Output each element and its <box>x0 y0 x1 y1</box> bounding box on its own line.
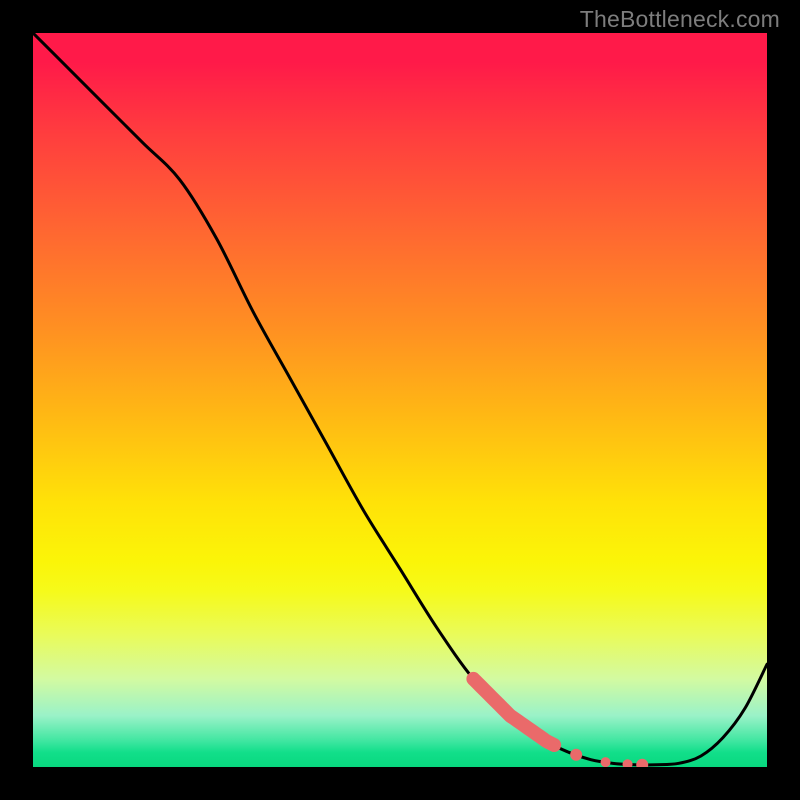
curve-layer <box>33 33 767 765</box>
highlight-layer <box>473 679 648 767</box>
highlight-dot <box>636 759 648 767</box>
highlight-dot <box>570 749 582 761</box>
outer-frame: TheBottleneck.com <box>0 0 800 800</box>
highlight-segment <box>473 679 554 745</box>
highlight-dot <box>623 759 633 767</box>
highlight-dot <box>601 757 611 767</box>
curve-path <box>33 33 767 765</box>
bottleneck-curve <box>33 33 767 767</box>
watermark-text: TheBottleneck.com <box>580 6 780 33</box>
plot-area <box>33 33 767 767</box>
